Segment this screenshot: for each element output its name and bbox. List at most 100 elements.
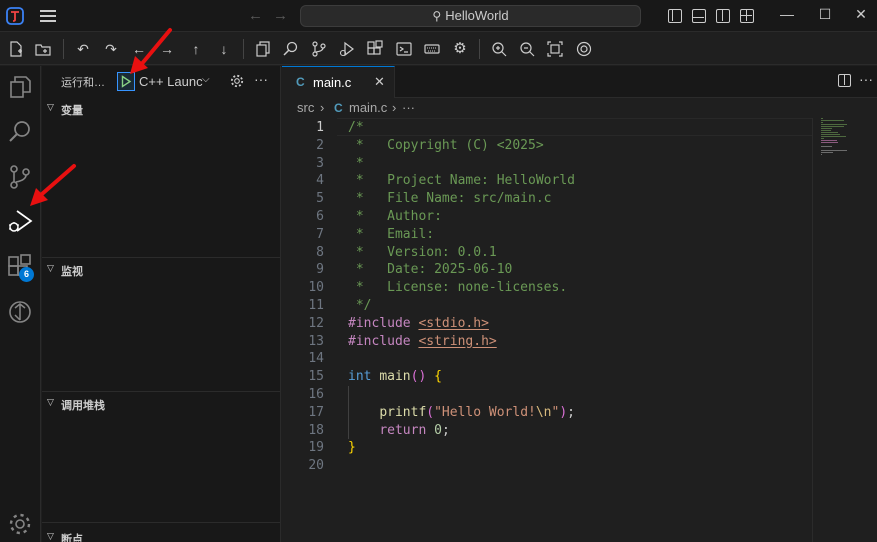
minimap[interactable]: [820, 118, 860, 158]
chevron-right-icon: ›: [320, 100, 325, 115]
arrow-up-icon[interactable]: ↑: [187, 40, 205, 58]
code-editor[interactable]: 1 /* 2 * Copyright (C) <2025> 3 * 4 * Projec…: [282, 118, 877, 542]
search-icon[interactable]: [6, 118, 34, 146]
line-number: 14: [308, 351, 324, 367]
split-editor-icon[interactable]: [838, 74, 851, 87]
code-line[interactable]: */: [348, 297, 372, 315]
minimap-line: [821, 124, 847, 125]
maximize-button[interactable]: ☐: [815, 6, 835, 23]
explorer-icon[interactable]: [6, 73, 34, 101]
manage-gear-icon[interactable]: [6, 510, 34, 538]
line-number: 1: [316, 120, 324, 135]
run-debug-icon[interactable]: [338, 40, 356, 58]
section-watch[interactable]: ▽ 监视: [42, 259, 280, 281]
toggle-secondary-sidebar-icon[interactable]: [716, 9, 730, 23]
remote-explorer-icon[interactable]: [6, 298, 34, 326]
section-watch-label: 监视: [61, 266, 83, 278]
minimap-line: [821, 154, 822, 155]
line-number: 8: [316, 244, 324, 260]
app-logo-icon[interactable]: [6, 7, 24, 25]
code-line[interactable]: * Version: 0.0.1: [348, 244, 497, 262]
extensions-update-badge: 6: [19, 267, 34, 282]
open-launch-json-gear-icon[interactable]: [229, 73, 245, 89]
zoom-in-icon[interactable]: [490, 40, 508, 58]
breadcrumb-folder[interactable]: src: [297, 100, 314, 115]
new-folder-icon[interactable]: [34, 40, 52, 58]
minimap-line: [821, 152, 833, 153]
minimap-line: [821, 126, 845, 127]
minimap-line: [821, 150, 847, 151]
chevron-down-icon: ▽: [47, 263, 54, 273]
toolbar-divider: [63, 39, 64, 59]
section-call-stack-label: 调用堆栈: [61, 400, 105, 412]
explorer-icon[interactable]: [254, 40, 272, 58]
line-number: 17: [308, 404, 324, 420]
minimap-line: [821, 120, 844, 121]
tab-main-c[interactable]: C main.c ✕: [282, 66, 395, 98]
minimap-divider: [812, 118, 813, 542]
breadcrumb-file[interactable]: main.c: [349, 100, 387, 115]
keyboard-icon[interactable]: [423, 40, 441, 58]
search-icon[interactable]: [282, 40, 300, 58]
undo-icon[interactable]: ↶: [74, 40, 92, 58]
focus-target-icon[interactable]: [575, 40, 593, 58]
code-line[interactable]: #include <stdio.h>: [348, 315, 489, 333]
section-variables[interactable]: ▽ 变量: [42, 98, 280, 120]
redo-icon[interactable]: ↷: [102, 40, 120, 58]
settings-gear-icon[interactable]: ⚙: [451, 40, 469, 58]
toggle-panel-icon[interactable]: [692, 9, 706, 23]
new-file-icon[interactable]: [7, 40, 25, 58]
code-line[interactable]: * Project Name: HelloWorld: [348, 172, 575, 190]
back-arrow-icon[interactable]: ←: [248, 7, 263, 24]
section-breakpoints[interactable]: ▽ 断点: [42, 527, 280, 542]
toggle-primary-sidebar-icon[interactable]: [668, 9, 682, 23]
code-line[interactable]: #include <string.h>: [348, 333, 497, 351]
close-tab-icon[interactable]: ✕: [374, 74, 385, 90]
code-line[interactable]: * Date: 2025-06-10: [348, 261, 513, 279]
section-divider: [42, 522, 280, 523]
code-line[interactable]: * Email:: [348, 226, 434, 244]
forward-arrow-icon[interactable]: →: [273, 7, 288, 24]
arrow-down-icon[interactable]: ↓: [215, 40, 233, 58]
terminal-icon[interactable]: [395, 40, 413, 58]
zoom-out-icon[interactable]: [518, 40, 536, 58]
code-line[interactable]: int main() {: [348, 368, 442, 386]
line-number: 19: [308, 440, 324, 456]
line-number: 16: [308, 387, 324, 402]
breadcrumb-symbols[interactable]: ···: [402, 100, 415, 115]
code-line[interactable]: * Author:: [348, 208, 442, 226]
search-text: HelloWorld: [445, 8, 509, 23]
customize-layout-icon[interactable]: [740, 9, 754, 23]
more-actions-icon[interactable]: ···: [254, 71, 268, 87]
code-line[interactable]: printf("Hello World!\n");: [348, 404, 575, 422]
code-line[interactable]: /*: [348, 119, 364, 137]
chevron-down-icon: ▽: [47, 102, 54, 112]
code-line[interactable]: * Copyright (C) <2025>: [348, 137, 544, 155]
section-divider: [42, 257, 280, 258]
toolbar-divider: [479, 39, 480, 59]
more-actions-icon[interactable]: ···: [859, 71, 873, 87]
minimize-button[interactable]: —: [777, 6, 797, 22]
line-number: 10: [308, 280, 324, 296]
code-line[interactable]: * File Name: src/main.c: [348, 190, 552, 208]
extensions-icon[interactable]: [366, 40, 384, 58]
source-control-icon[interactable]: [310, 40, 328, 58]
code-line[interactable]: return 0;: [348, 422, 449, 440]
line-number: 12: [308, 315, 324, 331]
fit-screen-icon[interactable]: [546, 40, 564, 58]
command-center-search[interactable]: ⚲ HelloWorld: [300, 5, 641, 27]
menu-icon[interactable]: [40, 10, 56, 22]
chevron-down-icon[interactable]: ⌵: [202, 74, 210, 85]
breadcrumb: src › C main.c › ···: [282, 98, 877, 118]
minimap-line: [821, 122, 823, 123]
chevron-down-icon: ▽: [47, 531, 54, 541]
section-call-stack[interactable]: ▽ 调用堆栈: [42, 393, 280, 415]
minimap-line: [821, 134, 840, 135]
code-line[interactable]: }: [348, 439, 356, 457]
code-line[interactable]: *: [348, 155, 364, 173]
section-divider: [42, 391, 280, 392]
close-window-button[interactable]: ✕: [851, 6, 871, 23]
code-line[interactable]: * License: none-licenses.: [348, 279, 567, 297]
minimap-line: [821, 146, 832, 147]
line-number: 2: [316, 137, 324, 153]
